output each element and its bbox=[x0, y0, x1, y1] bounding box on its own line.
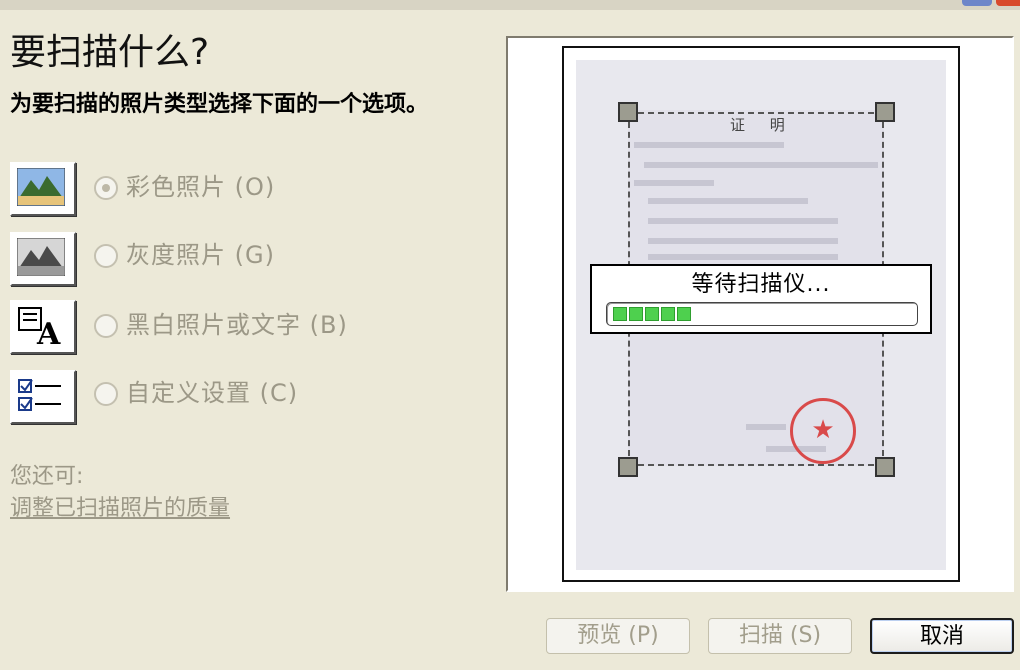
title-bar-strip bbox=[0, 0, 1020, 10]
color-photo-label[interactable]: 彩色照片 (O) bbox=[126, 172, 275, 202]
grayscale-photo-icon[interactable] bbox=[10, 232, 76, 286]
progress-segment bbox=[613, 307, 627, 321]
custom-settings-radio[interactable] bbox=[94, 382, 118, 406]
progress-bar bbox=[606, 302, 918, 326]
color-photo-icon[interactable] bbox=[10, 162, 76, 216]
progress-segment bbox=[629, 307, 643, 321]
adjust-quality-link[interactable]: 调整已扫描照片的质量 bbox=[10, 490, 230, 522]
custom-settings-label[interactable]: 自定义设置 (C) bbox=[126, 378, 298, 408]
crop-handle-top-right[interactable] bbox=[875, 102, 895, 122]
close-icon[interactable] bbox=[996, 0, 1020, 6]
crop-handle-top-left[interactable] bbox=[618, 102, 638, 122]
grayscale-photo-label[interactable]: 灰度照片 (G) bbox=[126, 240, 275, 270]
page-title: 要扫描什么? bbox=[10, 32, 210, 73]
also-label: 您还可: bbox=[10, 464, 84, 489]
black-white-label[interactable]: 黑白照片或文字 (B) bbox=[126, 310, 348, 340]
grayscale-photo-radio[interactable] bbox=[94, 244, 118, 268]
crop-handle-bottom-left[interactable] bbox=[618, 457, 638, 477]
preview-button[interactable]: 预览 (P) bbox=[546, 618, 690, 654]
page-subtitle: 为要扫描的照片类型选择下面的一个选项。 bbox=[10, 92, 429, 117]
crop-handle-bottom-right[interactable] bbox=[875, 457, 895, 477]
waiting-text: 等待扫描仪... bbox=[691, 272, 831, 297]
cancel-button[interactable]: 取消 bbox=[870, 618, 1014, 654]
black-white-radio[interactable] bbox=[94, 314, 118, 338]
scan-button[interactable]: 扫描 (S) bbox=[708, 618, 852, 654]
progress-fill bbox=[613, 307, 693, 321]
waiting-dialog: 等待扫描仪... bbox=[590, 264, 932, 334]
progress-segment bbox=[677, 307, 691, 321]
color-photo-radio[interactable] bbox=[94, 176, 118, 200]
svg-text:A: A bbox=[36, 317, 61, 346]
custom-settings-icon[interactable] bbox=[10, 370, 76, 424]
black-white-text-icon[interactable]: A bbox=[10, 300, 76, 354]
help-icon[interactable] bbox=[962, 0, 992, 6]
progress-segment bbox=[661, 307, 675, 321]
progress-segment bbox=[645, 307, 659, 321]
